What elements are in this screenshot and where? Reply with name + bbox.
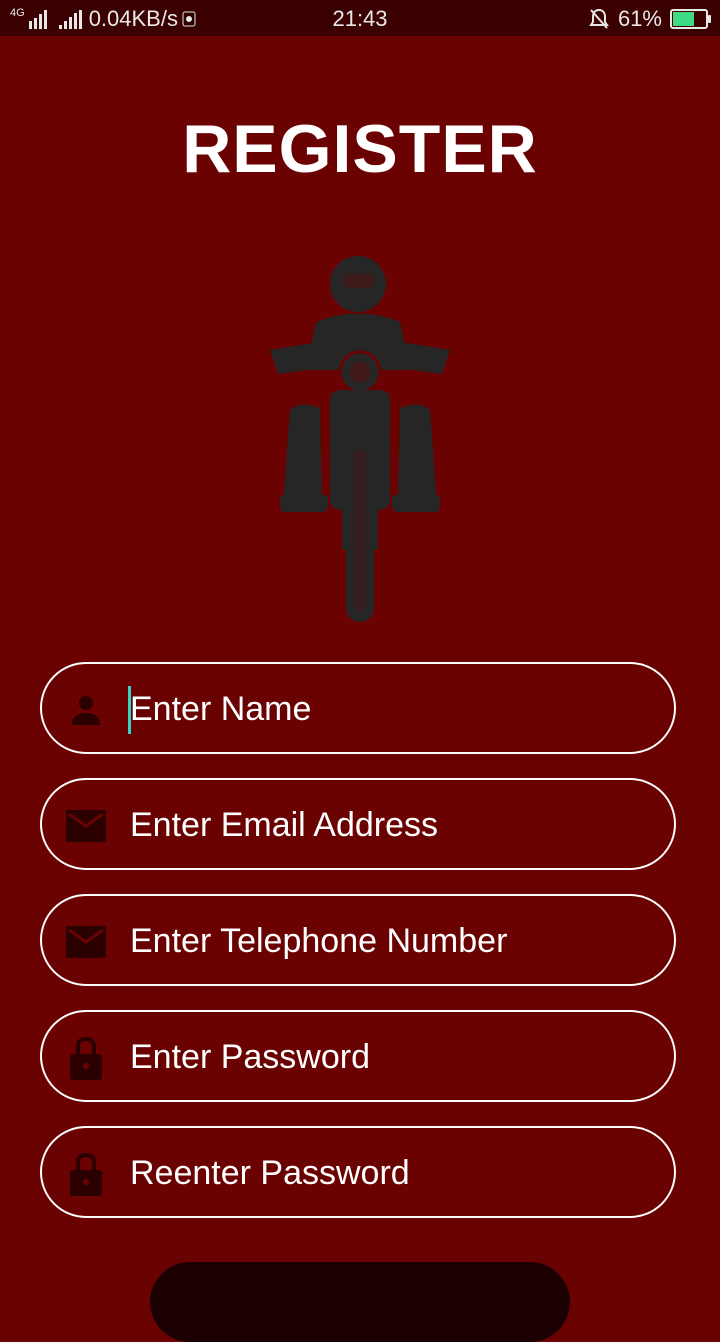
telephone-field-placeholder: Enter Telephone Number <box>130 922 508 960</box>
page-title: REGISTER <box>182 111 538 187</box>
name-field-placeholder: Enter Name <box>130 690 312 728</box>
mail-icon <box>66 808 106 844</box>
battery-percent: 61% <box>617 6 662 31</box>
status-right: 61% <box>588 6 711 32</box>
person-icon <box>66 692 106 728</box>
name-field[interactable]: Enter Name <box>40 662 676 754</box>
mail-icon <box>66 924 106 960</box>
battery-icon <box>670 9 711 29</box>
password-field-placeholder: Enter Password <box>130 1038 370 1076</box>
reenter-password-field-placeholder: Reenter Password <box>130 1154 410 1192</box>
status-bar: 4G 0.04KB/s 21:43 61% <box>0 0 720 36</box>
lock-icon <box>66 1036 106 1080</box>
telephone-field[interactable]: Enter Telephone Number <box>40 894 676 986</box>
password-field[interactable]: Enter Password <box>40 1010 676 1102</box>
email-field[interactable]: Enter Email Address <box>40 778 676 870</box>
email-field-placeholder: Enter Email Address <box>130 806 439 844</box>
notification-muted-icon <box>589 8 609 29</box>
lock-icon <box>66 1152 106 1196</box>
register-button[interactable] <box>150 1262 570 1342</box>
battery-fill <box>673 12 694 26</box>
motorcycle-rider-icon <box>270 256 450 622</box>
reenter-password-field[interactable]: Reenter Password <box>40 1126 676 1218</box>
